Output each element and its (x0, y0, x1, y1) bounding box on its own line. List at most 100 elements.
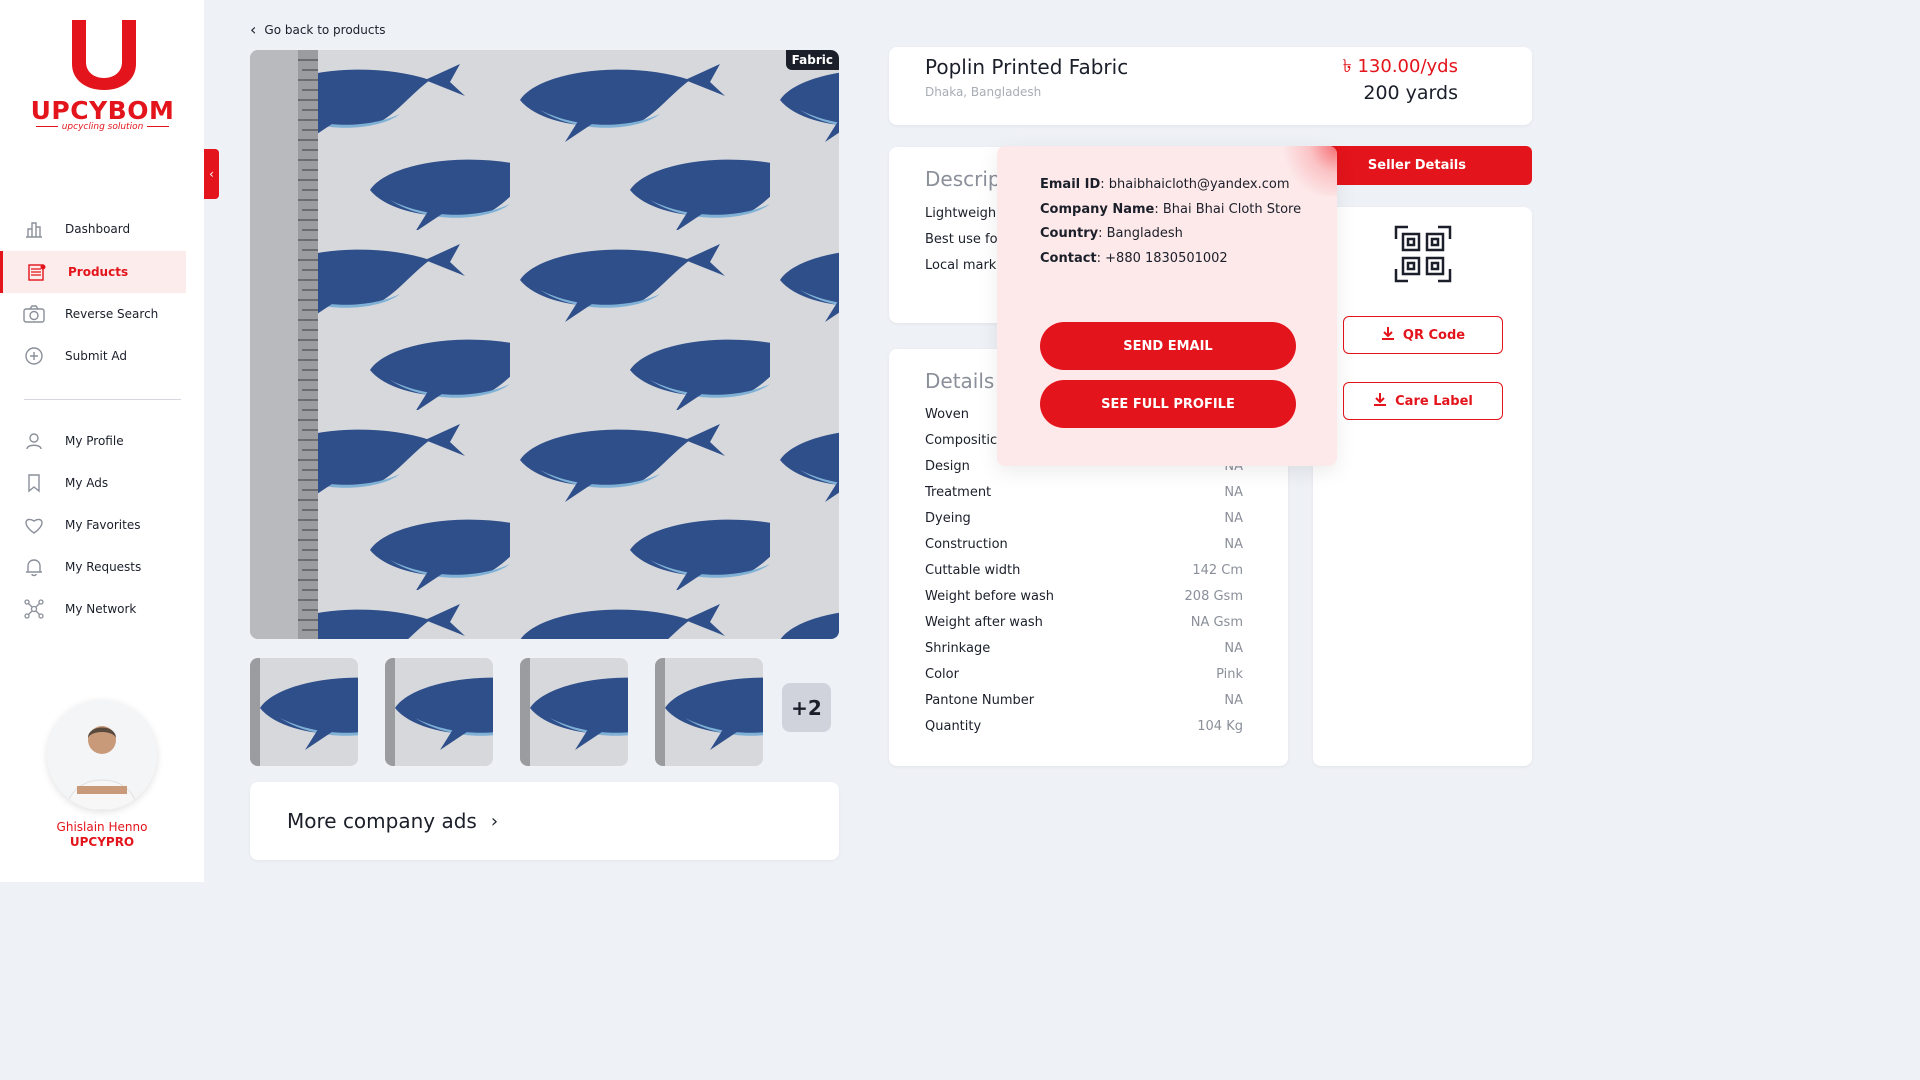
detail-label: Color (925, 667, 959, 682)
detail-label: Cuttable width (925, 563, 1021, 578)
bookmark-icon (22, 471, 46, 495)
care-label-button[interactable]: Care Label (1343, 382, 1503, 420)
back-to-products-link[interactable]: ‹ Go back to products (250, 22, 385, 38)
fabric-thumbnail (655, 658, 763, 766)
nav-products[interactable]: Products (0, 251, 186, 293)
detail-row: Construction NA (925, 537, 1243, 552)
image-category-badge: Fabric (785, 50, 839, 70)
qr-code-button[interactable]: QR Code (1343, 316, 1503, 354)
bar-chart-icon (22, 217, 46, 241)
seller-contact-label: Contact (1040, 251, 1097, 266)
product-title: Poplin Printed Fabric (925, 55, 1129, 79)
detail-value: 142 Cm (1192, 563, 1243, 578)
thumbnail-2[interactable] (385, 658, 493, 766)
nav-my-profile[interactable]: My Profile (0, 420, 186, 462)
detail-value: NA (1224, 511, 1243, 526)
product-quantity: 200 yards (1363, 82, 1458, 104)
description-line: Lightweigh (925, 206, 997, 221)
detail-label: Quantity (925, 719, 982, 734)
seller-details-button[interactable]: Seller Details (1313, 146, 1532, 185)
send-email-button[interactable]: SEND EMAIL (1040, 322, 1296, 370)
product-header-card: Poplin Printed Fabric Dhaka, Bangladesh … (889, 47, 1532, 125)
brand-logo[interactable]: UPCYBOM upcycling solution (30, 18, 175, 138)
detail-value: 208 Gsm (1184, 589, 1243, 604)
nav-reverse-search[interactable]: Reverse Search (0, 293, 186, 335)
logo-mark-icon (72, 20, 136, 90)
detail-row: Shrinkage NA (925, 641, 1243, 656)
seller-company-label: Company Name (1040, 202, 1155, 217)
seller-email[interactable]: bhaibhaicloth@yandex.com (1109, 177, 1290, 192)
nav-label: My Favorites (65, 518, 141, 532)
detail-value: NA (1224, 537, 1243, 552)
sidebar-collapse-button[interactable]: ‹ (204, 149, 219, 199)
nav-dashboard[interactable]: Dashboard (0, 208, 186, 250)
description-title: Descrip (925, 167, 1001, 191)
thumbnail-1[interactable] (250, 658, 358, 766)
qr-code-label: QR Code (1402, 327, 1466, 343)
detail-label: Compositic (925, 433, 998, 448)
heart-icon (22, 513, 46, 537)
nav-my-requests[interactable]: My Requests (0, 546, 186, 588)
detail-value: Pink (1216, 667, 1243, 682)
description-line: Best use for (925, 232, 1003, 247)
nav-label: My Ads (65, 476, 109, 490)
detail-value: NA (1224, 641, 1243, 656)
detail-label: Design (925, 459, 970, 474)
seller-contact-line: Contact: +880 1830501002 (1040, 251, 1228, 266)
fabric-photo (250, 50, 839, 639)
brand-tagline: upcycling solution (30, 122, 175, 132)
qr-code-icon (1394, 225, 1452, 283)
detail-row: Quantity 104 Kg (925, 719, 1243, 734)
detail-row: Weight before wash 208 Gsm (925, 589, 1243, 604)
nav-label: Dashboard (65, 222, 131, 236)
fabric-thumbnail (250, 658, 358, 766)
thumbnail-4[interactable] (655, 658, 763, 766)
detail-label: Weight before wash (925, 589, 1055, 604)
detail-row: Pantone Number NA (925, 693, 1243, 708)
chevron-left-icon: ‹ (209, 167, 214, 181)
camera-icon (22, 302, 46, 326)
more-thumbnails-button[interactable]: +2 (782, 683, 831, 732)
nav-my-network[interactable]: My Network (0, 588, 186, 630)
detail-label: Weight after wash (925, 615, 1043, 630)
detail-value: NA (1224, 693, 1243, 708)
sidebar: UPCYBOM upcycling solution Dashboard Pro… (0, 0, 204, 882)
fabric-thumbnail (520, 658, 628, 766)
see-full-profile-button[interactable]: SEE FULL PROFILE (1040, 380, 1296, 428)
thumbnail-3[interactable] (520, 658, 628, 766)
detail-row: Cuttable width 142 Cm (925, 563, 1243, 578)
bell-icon (22, 555, 46, 579)
product-main-image[interactable]: Fabric (250, 50, 839, 639)
download-icon (1381, 326, 1395, 344)
nav-label: My Profile (65, 434, 124, 448)
detail-label: Dyeing (925, 511, 971, 526)
nav-label: Products (68, 265, 129, 279)
product-price: ৳ 130.00/yds (1342, 56, 1458, 77)
more-company-ads-link[interactable]: More company ads › (250, 782, 839, 860)
nav-my-ads[interactable]: My Ads (0, 462, 186, 504)
download-icon (1373, 392, 1387, 410)
fabric-thumbnail (385, 658, 493, 766)
seller-country-line: Country: Bangladesh (1040, 226, 1183, 241)
nav-divider (24, 399, 181, 400)
nav-label: My Requests (65, 560, 142, 574)
detail-label: Shrinkage (925, 641, 991, 656)
plus-circle-icon (22, 344, 46, 368)
nav-submit-ad[interactable]: Submit Ad (0, 335, 186, 377)
fabric-icon (25, 260, 49, 284)
nav-label: Reverse Search (65, 307, 159, 321)
detail-row: Treatment NA (925, 485, 1243, 500)
detail-label: Construction (925, 537, 1008, 552)
care-label-label: Care Label (1395, 393, 1473, 409)
description-line: Local mark (925, 258, 997, 273)
avatar[interactable] (47, 700, 157, 810)
seller-email-line: Email ID: bhaibhaicloth@yandex.com (1040, 177, 1290, 192)
chevron-right-icon: › (490, 810, 499, 832)
seller-country: Bangladesh (1106, 226, 1183, 241)
user-icon (22, 429, 46, 453)
user-org: UPCYPRO (69, 835, 135, 849)
detail-value: 104 Kg (1197, 719, 1243, 734)
detail-row: Weight after wash NA Gsm (925, 615, 1243, 630)
seller-country-label: Country (1040, 226, 1099, 241)
nav-my-favorites[interactable]: My Favorites (0, 504, 186, 546)
